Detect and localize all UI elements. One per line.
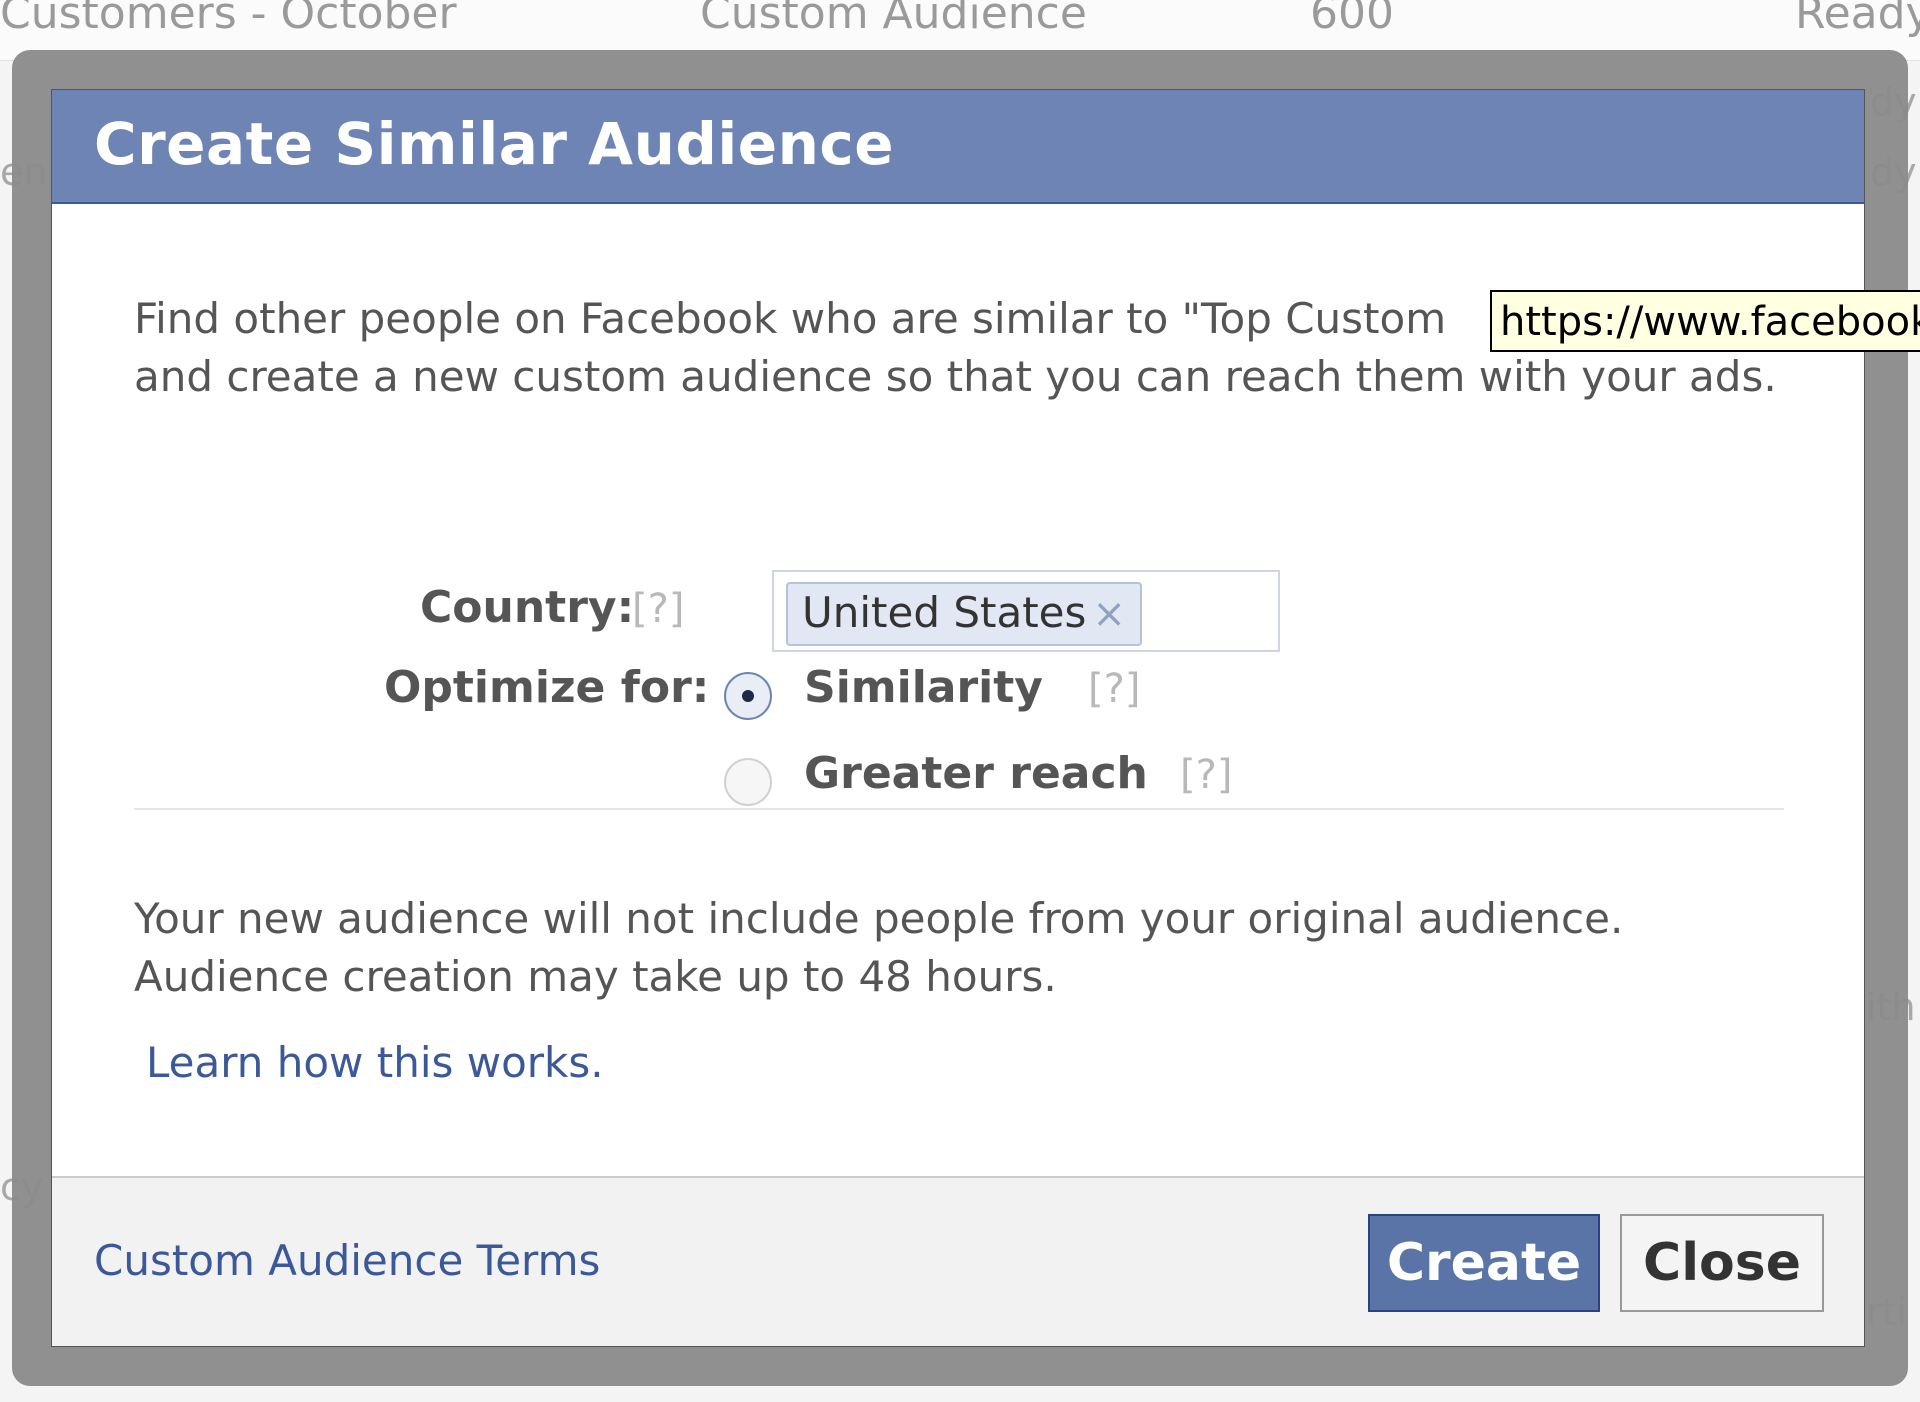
dialog-header: Create Similar Audience (52, 90, 1864, 204)
background-audience-name: Customers - October (0, 0, 457, 39)
background-audience-type: Custom Audience (700, 0, 1087, 39)
similarity-option-label[interactable]: Similarity (804, 662, 1043, 713)
close-button[interactable]: Close (1620, 1214, 1824, 1312)
country-token[interactable]: United States × (786, 582, 1142, 646)
audience-note: Your new audience will not include peopl… (134, 890, 1834, 1006)
greater-reach-help-link[interactable]: [?] (1180, 752, 1232, 798)
learn-how-link[interactable]: Learn how this works. (146, 1038, 604, 1087)
country-label: Country: (420, 582, 635, 633)
country-token-label: United States (802, 588, 1087, 637)
similarity-help-link[interactable]: [?] (1088, 666, 1140, 712)
create-button[interactable]: Create (1368, 1214, 1600, 1312)
note-line-2: Audience creation may take up to 48 hour… (134, 952, 1057, 1001)
background-audience-status: Ready (1795, 0, 1920, 39)
country-help-link[interactable]: [?] (632, 586, 684, 632)
similarity-radio[interactable] (724, 672, 772, 720)
custom-audience-terms-link[interactable]: Custom Audience Terms (94, 1236, 600, 1285)
create-similar-audience-dialog: Create Similar Audience Find other peopl… (52, 90, 1864, 1346)
remove-token-icon[interactable]: × (1092, 591, 1126, 637)
section-divider (134, 808, 1784, 810)
dialog-title: Create Similar Audience (94, 110, 895, 178)
note-line-1: Your new audience will not include peopl… (134, 894, 1624, 943)
intro-line-2: and create a new custom audience so that… (134, 352, 1777, 401)
dialog-footer: Custom Audience Terms Create Close (52, 1176, 1864, 1346)
greater-reach-option-label[interactable]: Greater reach (804, 748, 1148, 799)
optimize-label: Optimize for: (384, 662, 710, 713)
greater-reach-radio[interactable] (724, 758, 772, 806)
background-audience-size: 600 (1310, 0, 1394, 39)
country-input[interactable]: United States × (772, 570, 1280, 652)
url-tooltip: https://www.facebook (1490, 290, 1920, 352)
